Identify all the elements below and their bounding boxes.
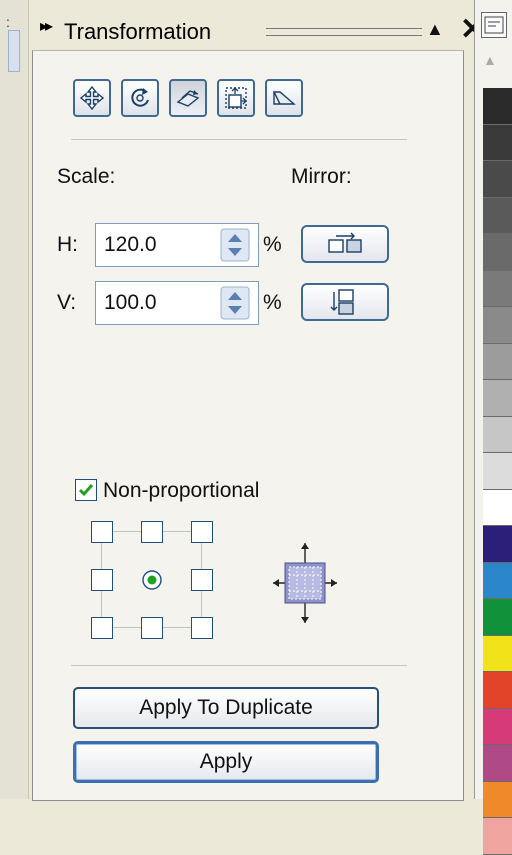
skew-tool-button[interactable]: [265, 79, 303, 117]
anchor-top-center[interactable]: [141, 521, 163, 543]
separator: [71, 665, 407, 666]
scale-mirror-tool-button[interactable]: [169, 79, 207, 117]
grid-line: [113, 627, 141, 628]
adjacent-docker-strip: :: [0, 0, 29, 799]
v-spinner[interactable]: [220, 286, 250, 320]
scale-mirror-icon: [176, 90, 200, 107]
grid-line: [163, 627, 191, 628]
h-spinner[interactable]: [220, 228, 250, 262]
grid-line: [113, 531, 141, 532]
anchor-bottom-right[interactable]: [191, 617, 213, 639]
skew-icon: [272, 91, 296, 105]
palette-options-icon[interactable]: [481, 12, 507, 38]
v-label: V:: [57, 291, 77, 314]
rotate-icon: [131, 88, 149, 107]
spinner-arrows-icon: [220, 228, 250, 262]
non-proportional-checkbox[interactable]: [75, 479, 97, 501]
scale-label: Scale:: [57, 165, 116, 188]
v-scale-value[interactable]: 100.0: [104, 291, 157, 315]
palette-swatch[interactable]: [483, 526, 512, 563]
h-scale-value[interactable]: 120.0: [104, 233, 157, 257]
palette-scroll-up-icon[interactable]: ▲: [483, 52, 497, 68]
color-palette: ▲: [474, 0, 512, 855]
palette-swatch[interactable]: [483, 489, 512, 526]
palette-swatch[interactable]: [483, 818, 512, 855]
checkmark-icon: [78, 484, 94, 497]
non-proportional-label[interactable]: Non-proportional: [103, 479, 259, 503]
apply-to-duplicate-button[interactable]: Apply To Duplicate: [73, 687, 379, 729]
anchor-center[interactable]: [141, 569, 163, 591]
palette-swatch[interactable]: [483, 745, 512, 782]
anchor-top-right[interactable]: [191, 521, 213, 543]
palette-swatch[interactable]: [483, 234, 512, 271]
palette-swatch[interactable]: [483, 197, 512, 234]
anchor-point-grid: [91, 521, 231, 639]
spinner-arrows-icon: [220, 286, 250, 320]
palette-swatch[interactable]: [483, 380, 512, 417]
palette-swatch[interactable]: [483, 307, 512, 344]
radio-selected-icon: [142, 570, 162, 590]
palette-swatch[interactable]: [483, 270, 512, 307]
anchor-middle-left[interactable]: [91, 569, 113, 591]
mirror-horizontal-icon: [328, 232, 362, 253]
palette-swatch[interactable]: [483, 88, 512, 125]
palette-swatch[interactable]: [483, 635, 512, 672]
palette-swatch[interactable]: [483, 599, 512, 636]
h-unit: %: [263, 233, 282, 256]
palette-swatch[interactable]: [483, 124, 512, 161]
transformation-panel: Scale: Mirror: H: 120.0 % V: 100.0 % Non…: [32, 50, 464, 801]
anchor-top-left[interactable]: [91, 521, 113, 543]
apply-button[interactable]: Apply: [73, 741, 379, 783]
h-label: H:: [57, 233, 78, 256]
docker-title-bar[interactable]: ▸▸ Transformation ▲ ✕: [36, 10, 485, 50]
palette-swatch[interactable]: [483, 781, 512, 818]
palette-swatch[interactable]: [483, 453, 512, 490]
v-scale-field[interactable]: 100.0: [95, 281, 259, 325]
grid-line: [101, 591, 102, 617]
palette-swatch[interactable]: [483, 416, 512, 453]
size-icon: [225, 87, 247, 109]
position-tool-button[interactable]: [73, 79, 111, 117]
palette-swatch[interactable]: [483, 672, 512, 709]
v-unit: %: [263, 291, 282, 314]
title-grip-lines: [266, 28, 422, 36]
grid-line: [201, 543, 202, 569]
palette-swatch[interactable]: [483, 708, 512, 745]
h-scale-field[interactable]: 120.0: [95, 223, 259, 267]
palette-swatch[interactable]: [483, 161, 512, 198]
mirror-horizontal-button[interactable]: [301, 225, 389, 263]
anchor-middle-right[interactable]: [191, 569, 213, 591]
palette-swatch[interactable]: [483, 562, 512, 599]
palette-swatch[interactable]: [483, 343, 512, 380]
mirror-label: Mirror:: [291, 165, 352, 188]
grid-line: [163, 531, 191, 532]
move-arrows-icon: [79, 85, 105, 111]
anchor-bottom-left[interactable]: [91, 617, 113, 639]
docker-tab[interactable]: [8, 30, 20, 72]
grid-line: [201, 591, 202, 617]
docker-title: Transformation: [64, 19, 212, 44]
mirror-vertical-button[interactable]: [301, 283, 389, 321]
mirror-vertical-icon: [330, 289, 354, 315]
scale-preview: [271, 541, 339, 625]
separator: [71, 139, 407, 140]
scale-preview-icon: [273, 543, 337, 623]
grid-line: [101, 543, 102, 569]
anchor-bottom-center[interactable]: [141, 617, 163, 639]
expand-arrows-icon[interactable]: ▸▸: [40, 16, 53, 36]
size-tool-button[interactable]: [217, 79, 255, 117]
rotate-tool-button[interactable]: [121, 79, 159, 117]
grip-icon: :: [6, 14, 10, 30]
collapse-up-icon[interactable]: ▲: [426, 19, 444, 40]
